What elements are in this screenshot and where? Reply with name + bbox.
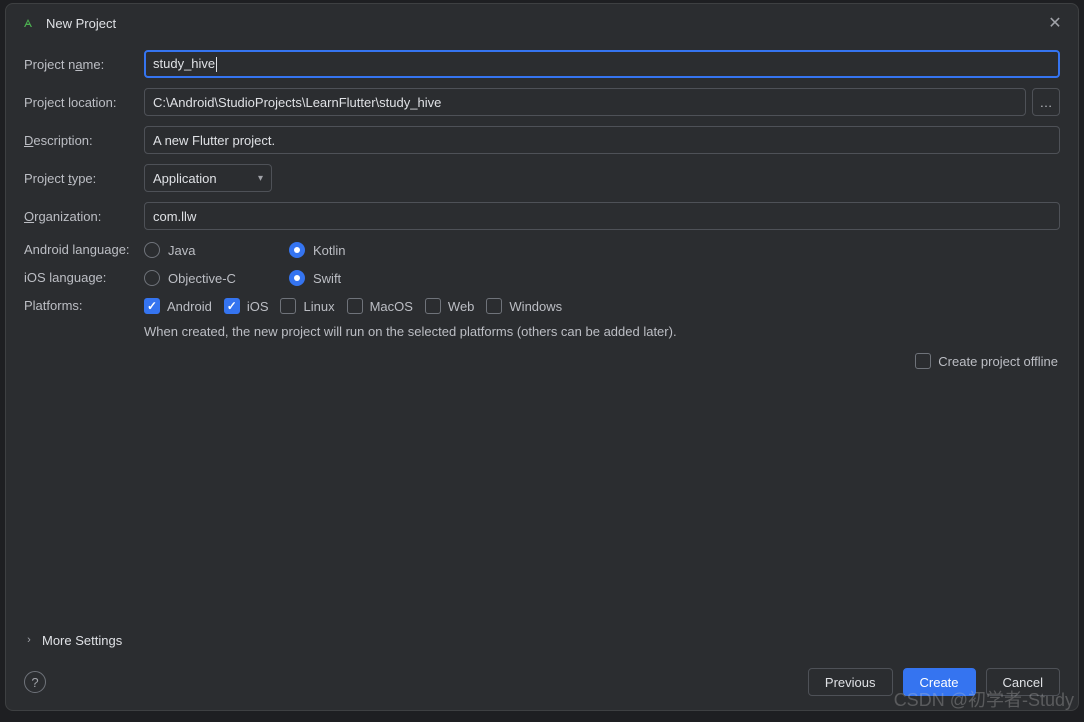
platform-checkbox-web[interactable]: Web xyxy=(425,298,475,314)
checkbox-icon xyxy=(915,353,931,369)
previous-button[interactable]: Previous xyxy=(808,668,893,696)
ios-lang-radio-objective-c[interactable]: Objective-C xyxy=(144,270,244,286)
dialog-title: New Project xyxy=(46,16,1046,31)
close-icon[interactable]: ✕ xyxy=(1046,13,1064,33)
help-icon[interactable]: ? xyxy=(24,671,46,693)
checkbox-icon xyxy=(425,298,441,314)
radio-icon xyxy=(144,270,160,286)
checkbox-icon xyxy=(347,298,363,314)
organization-label: Organization: xyxy=(24,209,144,224)
new-project-dialog: New Project ✕ Project name: study_hive P… xyxy=(5,3,1079,711)
radio-icon xyxy=(144,242,160,258)
android-lang-radio-java[interactable]: Java xyxy=(144,242,244,258)
dialog-footer: ? Previous Create Cancel xyxy=(6,658,1078,710)
platforms-hint: When created, the new project will run o… xyxy=(144,324,1060,339)
chevron-right-icon: › xyxy=(24,634,34,646)
create-button[interactable]: Create xyxy=(903,668,976,696)
chevron-down-icon: ▾ xyxy=(258,173,263,184)
radio-label: Java xyxy=(168,243,195,258)
checkbox-icon xyxy=(486,298,502,314)
radio-label: Swift xyxy=(313,271,341,286)
android-language-label: Android language: xyxy=(24,242,144,257)
android-studio-icon xyxy=(20,15,36,31)
checkbox-icon xyxy=(224,298,240,314)
project-name-label: Project name: xyxy=(24,57,144,72)
ios-language-label: iOS language: xyxy=(24,270,144,285)
description-label: Description: xyxy=(24,133,144,148)
description-input[interactable] xyxy=(144,126,1060,154)
create-offline-checkbox[interactable]: Create project offline xyxy=(915,353,1058,369)
create-offline-label: Create project offline xyxy=(938,354,1058,369)
android-lang-radio-kotlin[interactable]: Kotlin xyxy=(289,242,389,258)
radio-icon xyxy=(289,242,305,258)
checkbox-label: MacOS xyxy=(370,299,413,314)
title-bar: New Project ✕ xyxy=(6,4,1078,40)
checkbox-label: Linux xyxy=(303,299,334,314)
ios-lang-radio-swift[interactable]: Swift xyxy=(289,270,389,286)
project-location-input[interactable] xyxy=(144,88,1026,116)
project-location-label: Project location: xyxy=(24,95,144,110)
platform-checkbox-linux[interactable]: Linux xyxy=(280,298,334,314)
checkbox-icon xyxy=(280,298,296,314)
checkbox-label: Web xyxy=(448,299,475,314)
radio-icon xyxy=(289,270,305,286)
project-type-value: Application xyxy=(153,171,217,186)
project-type-label: Project type: xyxy=(24,171,144,186)
platform-checkbox-macos[interactable]: MacOS xyxy=(347,298,413,314)
platform-checkbox-ios[interactable]: iOS xyxy=(224,298,269,314)
radio-label: Kotlin xyxy=(313,243,346,258)
project-type-select[interactable]: Application ▾ xyxy=(144,164,272,192)
checkbox-label: Windows xyxy=(509,299,562,314)
browse-location-button[interactable]: … xyxy=(1032,88,1060,116)
radio-label: Objective-C xyxy=(168,271,236,286)
project-name-input[interactable]: study_hive xyxy=(144,50,1060,78)
checkbox-label: iOS xyxy=(247,299,269,314)
more-settings-toggle[interactable]: › More Settings xyxy=(6,628,1078,658)
platform-checkbox-android[interactable]: Android xyxy=(144,298,212,314)
more-settings-label: More Settings xyxy=(42,633,122,648)
checkbox-icon xyxy=(144,298,160,314)
organization-input[interactable] xyxy=(144,202,1060,230)
cancel-button[interactable]: Cancel xyxy=(986,668,1060,696)
platform-checkbox-windows[interactable]: Windows xyxy=(486,298,562,314)
dialog-content: Project name: study_hive Project locatio… xyxy=(6,40,1078,628)
checkbox-label: Android xyxy=(167,299,212,314)
platforms-label: Platforms: xyxy=(24,296,144,313)
